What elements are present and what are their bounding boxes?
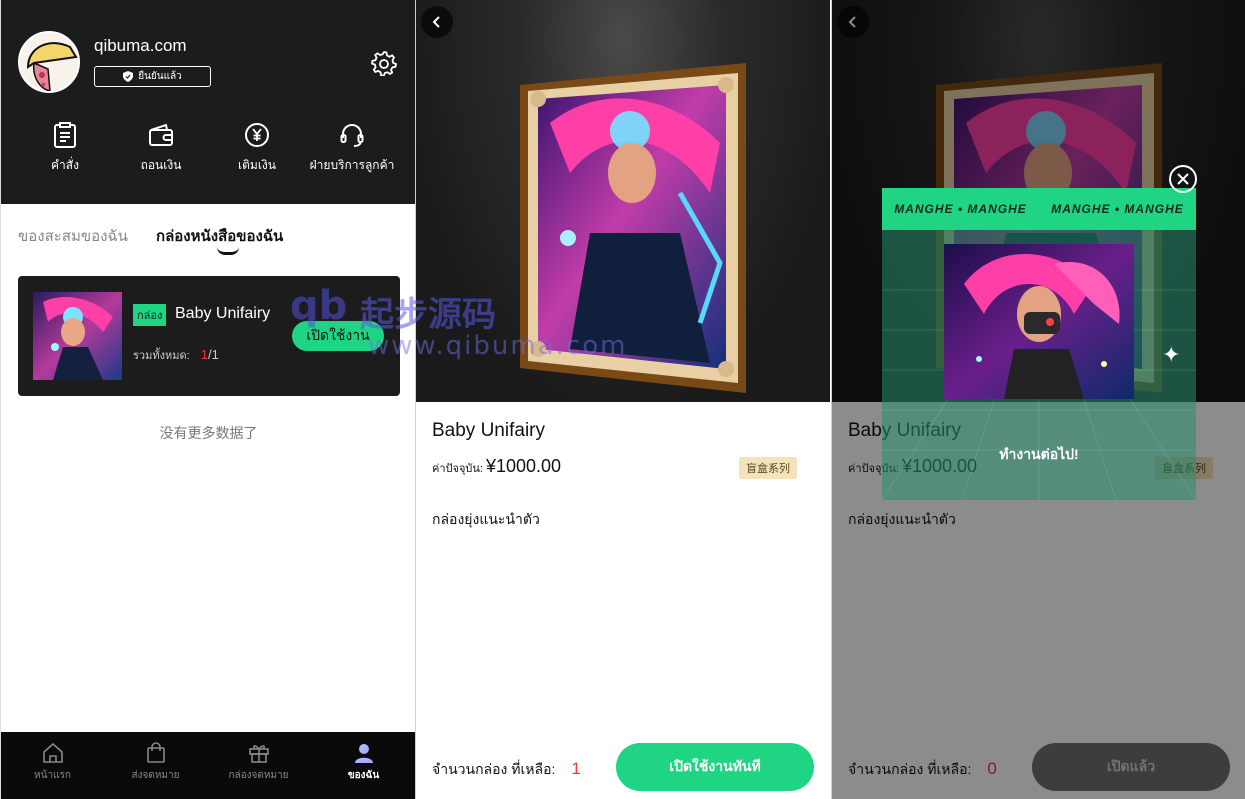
- banner-text: MANGHE • MANGHE: [1051, 202, 1184, 216]
- site-name: qibuma.com: [94, 36, 187, 55]
- box-name: Baby Unifairy: [175, 305, 271, 322]
- open-now-button[interactable]: เปิดใช้งานทันที: [616, 743, 814, 791]
- box-total: รวมทั้งหมด: 1/1: [133, 346, 219, 364]
- price-label: ค่าปัจจุบัน:: [432, 463, 483, 475]
- nav-label: กล่องจดหมาย: [228, 770, 289, 781]
- yen-coin-icon: [245, 123, 269, 147]
- no-more-data: 没有更多数据了: [159, 425, 258, 441]
- product-hero: [416, 0, 830, 402]
- quick-action-withdraw[interactable]: ถอนเงิน: [111, 122, 211, 175]
- tab-my-collection[interactable]: ของสะสมของฉัน: [18, 224, 128, 248]
- box-detail-panel: Baby Unifairy ค่าปัจจุบัน: ¥1000.00 盲盒系列 …: [416, 0, 830, 799]
- product-title: Baby Unifairy: [432, 420, 545, 441]
- home-icon: [42, 742, 63, 763]
- box-total-count: /1: [207, 347, 219, 362]
- collection-tabs: ของสะสมของฉัน กล่องหนังสือของฉัน: [1, 220, 415, 260]
- wallet-icon: [149, 123, 173, 146]
- quick-action-orders[interactable]: คำสั่ง: [15, 122, 115, 175]
- box-thumbnail: [33, 292, 122, 380]
- sparkle-icon: ✦: [1162, 342, 1181, 367]
- gear-icon: [371, 51, 397, 77]
- nav-home[interactable]: หน้าแรก: [1, 742, 104, 783]
- nav-label: หน้าแรก: [34, 770, 71, 781]
- nav-label: ของฉัน: [347, 770, 380, 781]
- close-popup-button[interactable]: [1169, 165, 1197, 193]
- nav-mailbox[interactable]: กล่องจดหมาย: [207, 742, 310, 783]
- shield-icon: [123, 71, 134, 82]
- popup-message: ทำงานต่อไป!: [999, 446, 1079, 462]
- remaining-count: 1: [571, 759, 581, 778]
- profile-panel: qibuma.com ยืนยันแล้ว คำสั่ง ถอนเงิน เติ…: [0, 0, 415, 799]
- profile-header: qibuma.com ยืนยันแล้ว คำสั่ง ถอนเงิน เติ…: [1, 0, 415, 204]
- nav-label: ส่งจดหมาย: [131, 770, 180, 781]
- box-remaining: 1: [200, 347, 208, 362]
- back-button[interactable]: [421, 6, 453, 38]
- gift-icon: [248, 745, 269, 763]
- result-popup: MANGHE • MANGHE MANGHE • MANGHE ทำงานต่อ…: [882, 188, 1196, 500]
- verified-label: ยืนยันแล้ว: [138, 71, 182, 82]
- verified-badge: ยืนยันแล้ว: [94, 66, 211, 87]
- box-total-label: รวมทั้งหมด:: [133, 350, 190, 362]
- open-box-button[interactable]: เปิดใช้งาน: [292, 321, 384, 351]
- box-badge: กล่อง: [133, 304, 167, 326]
- price-value: ¥1000.00: [485, 456, 562, 476]
- box-card[interactable]: กล่อง Baby Unifairy รวมทั้งหมด: 1/1 เปิด…: [18, 276, 400, 396]
- quick-action-support[interactable]: ฝ่ายบริการลูกค้า: [302, 122, 402, 175]
- series-tag: 盲盒系列: [739, 457, 797, 479]
- quick-action-topup[interactable]: เติมเงิน: [207, 122, 307, 175]
- quick-action-label: ถอนเงิน: [140, 158, 182, 172]
- framed-artwork: [520, 63, 746, 393]
- close-icon: [1177, 173, 1189, 185]
- user-icon: [354, 744, 373, 763]
- nav-mine[interactable]: ของฉัน: [312, 742, 415, 783]
- remaining-boxes: จำนวนกล่อง ที่เหลือ: 1: [432, 759, 581, 781]
- box-opened-panel: Baby Unifairy ค่าปัจจุบัน:¥1000.00 盲盒系列 …: [832, 0, 1245, 799]
- clipboard-icon: [54, 122, 76, 148]
- settings-button[interactable]: [371, 50, 397, 77]
- avatar[interactable]: [18, 31, 80, 93]
- quick-action-label: ฝ่ายบริการลูกค้า: [309, 158, 395, 172]
- nav-send-mail[interactable]: ส่งจดหมาย: [104, 742, 207, 783]
- bottom-nav: หน้าแรก ส่งจดหมาย กล่องจดหมาย ของฉัน: [1, 732, 415, 799]
- headset-icon: [340, 124, 364, 147]
- footer-bar: จำนวนกล่อง ที่เหลือ: 1 เปิดใช้งานทันที: [416, 735, 830, 799]
- quick-action-label: คำสั่ง: [51, 158, 79, 172]
- remaining-label: จำนวนกล่อง ที่เหลือ:: [432, 761, 556, 777]
- chevron-left-icon: [432, 16, 440, 28]
- popup-banner: MANGHE • MANGHE MANGHE • MANGHE: [882, 188, 1196, 230]
- quick-action-label: เติมเงิน: [238, 158, 276, 172]
- price-row: ค่าปัจจุบัน:¥1000.00: [432, 456, 561, 477]
- shopping-bag-icon: [146, 742, 165, 763]
- product-description: กล่องยุ่งแนะนำตัว: [432, 511, 540, 527]
- prize-image: [944, 244, 1134, 399]
- banner-text: MANGHE • MANGHE: [894, 202, 1027, 216]
- tab-my-boxes[interactable]: กล่องหนังสือของฉัน: [156, 224, 283, 248]
- active-tab-indicator: [217, 247, 239, 255]
